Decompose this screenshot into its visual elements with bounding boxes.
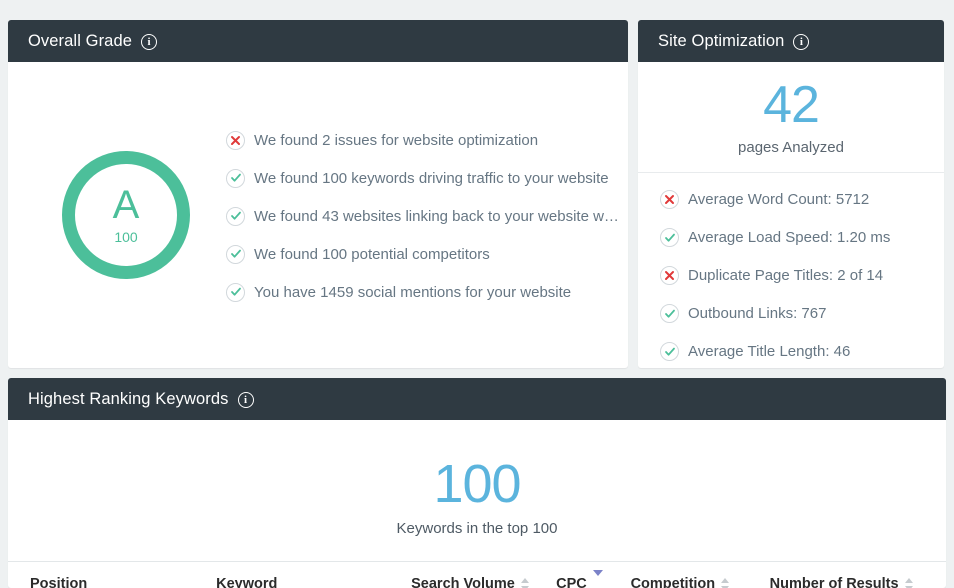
overall-grade-panel: Overall Grade A 100 We found 2 issues [8,20,628,368]
check-circle-icon [660,304,679,323]
site-optimization-title: Site Optimization [658,31,785,50]
list-item-label: We found 100 keywords driving traffic to… [254,169,609,187]
list-item: We found 2 issues for website optimizati… [226,130,619,150]
column-header-label: Keyword [216,576,278,588]
pages-analyzed-label: pages Analyzed [738,139,844,156]
sort-unsorted-icon[interactable] [721,577,730,588]
x-circle-icon [660,266,679,285]
column-header-label: Position [30,576,88,588]
site-optimization-header: Site Optimization [638,20,944,62]
list-item-label: Duplicate Page Titles: 2 of 14 [688,267,884,284]
check-circle-icon [226,282,245,302]
list-item: Average Load Speed: 1.20 ms [660,228,944,247]
grade-ring-wrapper: A 100 [26,151,226,279]
keywords-top100-label: Keywords in the top 100 [396,520,558,537]
grade-letter: A [112,183,140,227]
column-header-label: Number of Results [769,576,899,588]
list-item: Average Word Count: 5712 [660,190,944,209]
site-optimization-checklist: Average Word Count: 5712 Average Load Sp… [638,173,944,361]
overall-grade-title: Overall Grade [28,31,133,50]
column-header-cpc[interactable]: CPC [556,570,630,588]
list-item-label: We found 2 issues for website optimizati… [254,131,539,149]
list-item-label: We found 100 potential competitors [254,245,490,263]
column-header-label: Search Volume [411,576,515,588]
list-item: We found 100 potential competitors [226,244,619,264]
column-header-keyword[interactable]: Keyword [216,576,412,588]
column-header-label: CPC [556,576,587,588]
sort-unsorted-icon[interactable] [904,577,913,588]
check-circle-icon [226,206,245,226]
list-item-label: You have 1459 social mentions for your w… [254,283,572,301]
check-circle-icon [226,168,245,188]
keywords-top100-value: 100 [433,454,521,514]
highest-ranking-keywords-panel: Highest Ranking Keywords 100 Keywords in… [8,378,946,588]
list-item-label: Average Load Speed: 1.20 ms [688,229,891,246]
top-panels-row: Overall Grade A 100 We found 2 issues [8,20,946,368]
site-optimization-panel: Site Optimization 42 pages Analyzed Aver… [638,20,944,368]
info-circle-icon[interactable] [141,34,158,50]
sort-descending-icon[interactable] [592,570,603,588]
dashboard-page: Overall Grade A 100 We found 2 issues [0,0,954,588]
sort-ascending-icon[interactable] [283,576,412,588]
keywords-table-header-row: Position Keyword Search Volume CPC Compe… [8,561,946,588]
column-header-competition[interactable]: Competition [631,576,770,588]
column-header-number-of-results[interactable]: Number of Results [770,576,946,588]
check-circle-icon [660,228,679,247]
list-item: Average Title Length: 46 [660,342,944,361]
pages-analyzed-value: 42 [763,76,820,134]
overall-grade-body: A 100 We found 2 issues for website opti… [8,62,628,368]
column-header-label: Competition [630,576,716,588]
list-item: You have 1459 social mentions for your w… [226,282,619,302]
check-circle-icon [226,244,245,264]
overall-grade-checklist: We found 2 issues for website optimizati… [226,129,619,302]
grade-ring: A 100 [62,151,190,279]
sort-unsorted-icon[interactable] [520,577,529,588]
list-item-label: Outbound Links: 767 [688,305,827,322]
site-optimization-body: 42 pages Analyzed Average Word Count: 57… [638,62,944,368]
highest-ranking-keywords-title: Highest Ranking Keywords [28,389,229,408]
list-item: Outbound Links: 767 [660,304,944,323]
highest-ranking-keywords-header: Highest Ranking Keywords [8,378,946,420]
column-header-position[interactable]: Position [30,576,216,588]
list-item: Duplicate Page Titles: 2 of 14 [660,266,944,285]
overall-grade-header: Overall Grade [8,20,628,62]
sort-ascending-icon[interactable] [93,576,104,588]
check-circle-icon [660,342,679,361]
x-circle-icon [660,190,679,209]
grade-score: 100 [114,229,138,245]
list-item-label: We found 43 websites linking back to you… [254,207,619,225]
keywords-top100-stat: 100 Keywords in the top 100 [8,420,946,537]
column-header-search-volume[interactable]: Search Volume [411,576,556,588]
info-circle-icon[interactable] [237,392,254,408]
list-item: We found 100 keywords driving traffic to… [226,168,619,188]
list-item: We found 43 websites linking back to you… [226,206,619,226]
info-circle-icon[interactable] [793,34,810,50]
x-circle-icon [226,130,245,150]
pages-analyzed-stat: 42 pages Analyzed [638,62,944,173]
list-item-label: Average Word Count: 5712 [688,191,870,208]
list-item-label: Average Title Length: 46 [688,343,851,360]
